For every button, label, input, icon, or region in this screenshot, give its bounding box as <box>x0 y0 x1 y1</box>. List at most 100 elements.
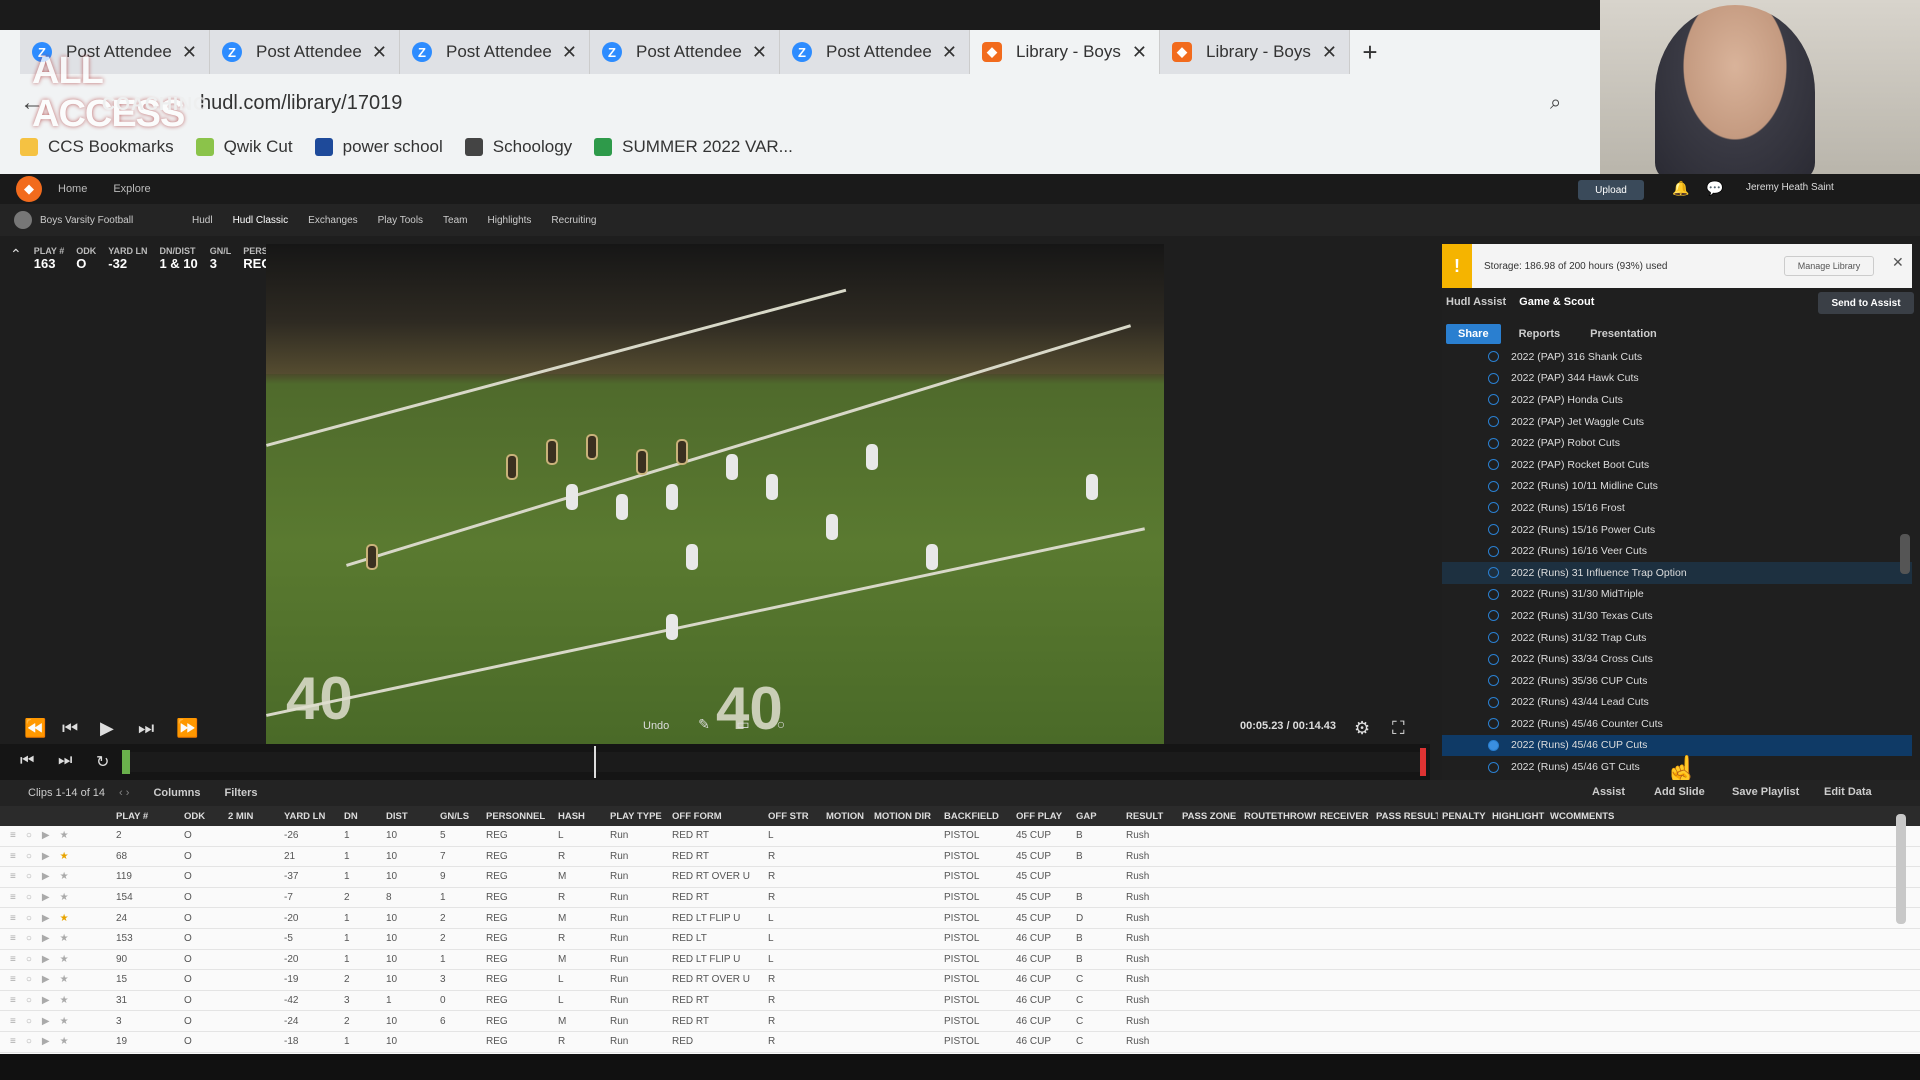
collapse-icon[interactable]: ⌃ <box>10 246 22 280</box>
column-header[interactable]: GN/LS <box>436 811 482 822</box>
sidebar-scrollbar[interactable] <box>1900 534 1910 574</box>
upload-button[interactable]: Upload <box>1578 180 1644 200</box>
table-row[interactable]: ≡ ○ ▶ ★ 154 O -7 2 8 1 REG R Run RED RT R PISTOL 45 CUP B… <box>0 888 1920 909</box>
undo-button[interactable]: Undo <box>643 720 669 732</box>
star-icon[interactable]: ★ <box>60 1036 69 1047</box>
column-header[interactable]: HASH <box>554 811 606 822</box>
drag-handle-icon[interactable]: ≡ <box>10 974 16 985</box>
chat-icon[interactable]: 💬 <box>1706 180 1723 197</box>
drag-handle-icon[interactable]: ≡ <box>10 995 16 1006</box>
row-play-icon[interactable]: ▶ <box>42 892 50 903</box>
subnav-highlights[interactable]: Highlights <box>488 215 532 226</box>
column-header[interactable]: ROUTETHROWN <box>1240 811 1316 822</box>
table-row[interactable]: ≡ ○ ▶ ★ 19 O -18 1 10 REG R Run RED R PISTOL 46 CUP C Rus… <box>0 1032 1920 1053</box>
drag-handle-icon[interactable]: ≡ <box>10 851 16 862</box>
radio-icon[interactable] <box>1488 459 1499 471</box>
table-row[interactable]: ≡ ○ ▶ ★ 90 O -20 1 10 1 REG M Run RED LT FLIP U L PISTO… <box>0 950 1920 971</box>
star-icon[interactable]: ★ <box>60 851 69 862</box>
nav-explore[interactable]: Explore <box>113 183 150 195</box>
radio-icon[interactable] <box>1488 718 1499 730</box>
radio-icon[interactable] <box>1488 416 1499 428</box>
user-name[interactable]: Jeremy Heath Saint <box>1746 182 1834 193</box>
bookmark-item[interactable]: Qwik Cut <box>195 137 293 157</box>
subnav-hudl[interactable]: Hudl <box>192 215 213 226</box>
playlist-item[interactable]: 2022 (Runs) 31 Influence Trap Option <box>1442 561 1912 584</box>
tab-presentation[interactable]: Presentation <box>1578 324 1669 344</box>
star-icon[interactable]: ★ <box>60 995 69 1006</box>
radio-icon[interactable] <box>1488 394 1499 406</box>
playhead[interactable] <box>594 746 596 778</box>
table-row[interactable]: ≡ ○ ▶ ★ 2 O -26 1 10 5 REG L Run RED RT L PISTOL 45 CUP B… <box>0 826 1920 847</box>
drag-handle-icon[interactable]: ≡ <box>10 1036 16 1047</box>
circle-tool-icon[interactable]: ○ <box>770 716 792 738</box>
table-row[interactable]: ≡ ○ ▶ ★ 31 O -42 3 1 0 REG L Run RED RT R PISTOL 46 CUP C… <box>0 991 1920 1012</box>
address-bar[interactable]: ← hudl.com/library/17019 ⌕ <box>0 80 1600 126</box>
tab-share[interactable]: Share <box>1446 324 1501 344</box>
bookmark-item[interactable]: SUMMER 2022 VAR... <box>594 137 793 157</box>
playlist-item[interactable]: 2022 (PAP) 316 Shank Cuts <box>1442 346 1912 368</box>
row-select-icon[interactable]: ○ <box>26 974 32 985</box>
table-row[interactable]: ≡ ○ ▶ ★ 153 O -5 1 10 2 REG R Run RED LT L PISTOL 46 CUP… <box>0 929 1920 950</box>
browser-tab[interactable]: Z Post Attendee ✕ <box>400 30 590 74</box>
radio-icon[interactable] <box>1488 739 1499 751</box>
row-play-icon[interactable]: ▶ <box>42 871 50 882</box>
row-play-icon[interactable]: ▶ <box>42 1036 50 1047</box>
column-header[interactable]: RECEIVER <box>1316 811 1372 822</box>
bookmark-item[interactable]: power school <box>314 137 443 157</box>
column-header[interactable]: OFF FORM <box>668 811 764 822</box>
subnav-recruiting[interactable]: Recruiting <box>551 215 596 226</box>
row-select-icon[interactable]: ○ <box>26 830 32 841</box>
playlist-item[interactable]: 2022 (PAP) Honda Cuts <box>1442 389 1912 411</box>
radio-icon[interactable] <box>1488 545 1499 557</box>
drag-handle-icon[interactable]: ≡ <box>10 892 16 903</box>
row-select-icon[interactable]: ○ <box>26 1036 32 1047</box>
search-icon[interactable]: ⌕ <box>1550 92 1561 115</box>
row-select-icon[interactable]: ○ <box>26 913 32 924</box>
row-select-icon[interactable]: ○ <box>26 954 32 965</box>
playlist-item[interactable]: 2022 (Runs) 10/11 Midline Cuts <box>1442 476 1912 498</box>
star-icon[interactable]: ★ <box>60 871 69 882</box>
drag-handle-icon[interactable]: ≡ <box>10 830 16 841</box>
playlist-item[interactable]: 2022 (Runs) 43/44 Lead Cuts <box>1442 692 1912 714</box>
table-row[interactable]: ≡ ○ ▶ ★ 3 O -24 2 10 6 REG M Run RED RT R PISTOL 46 CUP C… <box>0 1011 1920 1032</box>
radio-icon[interactable] <box>1488 588 1499 600</box>
row-play-icon[interactable]: ▶ <box>42 830 50 841</box>
nav-home[interactable]: Home <box>58 183 87 195</box>
playlist-item[interactable]: 2022 (Runs) 31/30 Texas Cuts <box>1442 605 1912 627</box>
star-icon[interactable]: ★ <box>60 933 69 944</box>
column-header[interactable]: PLAY # <box>112 811 180 822</box>
step-forward-icon[interactable]: ⏭ <box>138 718 154 739</box>
column-header[interactable]: 2 MIN <box>224 811 280 822</box>
column-header[interactable]: ODK <box>180 811 224 822</box>
playlist-item[interactable]: 2022 (Runs) 31/30 MidTriple <box>1442 584 1912 606</box>
table-row[interactable]: ≡ ○ ▶ ★ 68 O 21 1 10 7 REG R Run RED RT R PISTOL 45 CUP B… <box>0 847 1920 868</box>
fullscreen-icon[interactable]: ⛶ <box>1392 718 1405 739</box>
radio-icon[interactable] <box>1488 632 1499 644</box>
playlist-item[interactable]: 2022 (PAP) Jet Waggle Cuts <box>1442 411 1912 433</box>
radio-icon[interactable] <box>1488 502 1499 514</box>
row-select-icon[interactable]: ○ <box>26 995 32 1006</box>
radio-icon[interactable] <box>1488 372 1499 384</box>
radio-icon[interactable] <box>1488 437 1499 449</box>
column-header[interactable]: BACKFIELD <box>940 811 1012 822</box>
row-select-icon[interactable]: ○ <box>26 1016 32 1027</box>
row-select-icon[interactable]: ○ <box>26 851 32 862</box>
row-play-icon[interactable]: ▶ <box>42 974 50 985</box>
star-icon[interactable]: ★ <box>60 913 69 924</box>
url-text[interactable]: hudl.com/library/17019 <box>200 92 402 115</box>
close-icon[interactable]: ✕ <box>1892 254 1904 271</box>
fast-forward-icon[interactable]: ⏩ <box>176 718 198 739</box>
row-select-icon[interactable]: ○ <box>26 892 32 903</box>
skip-start-icon[interactable]: ⏮ <box>20 752 34 770</box>
close-tab-icon[interactable]: ✕ <box>372 42 387 63</box>
edit-data-button[interactable]: Edit Data <box>1824 786 1872 798</box>
star-icon[interactable]: ★ <box>60 1016 69 1027</box>
column-header[interactable]: MOTION DIR <box>870 811 940 822</box>
star-icon[interactable]: ★ <box>60 830 69 841</box>
tab-reports[interactable]: Reports <box>1507 324 1573 344</box>
drag-handle-icon[interactable]: ≡ <box>10 1016 16 1027</box>
play-icon[interactable]: ▶ <box>100 718 114 739</box>
column-header[interactable]: GAP <box>1072 811 1122 822</box>
send-to-assist-button[interactable]: Send to Assist <box>1818 292 1914 314</box>
column-header[interactable]: PASS RESULT <box>1372 811 1438 822</box>
